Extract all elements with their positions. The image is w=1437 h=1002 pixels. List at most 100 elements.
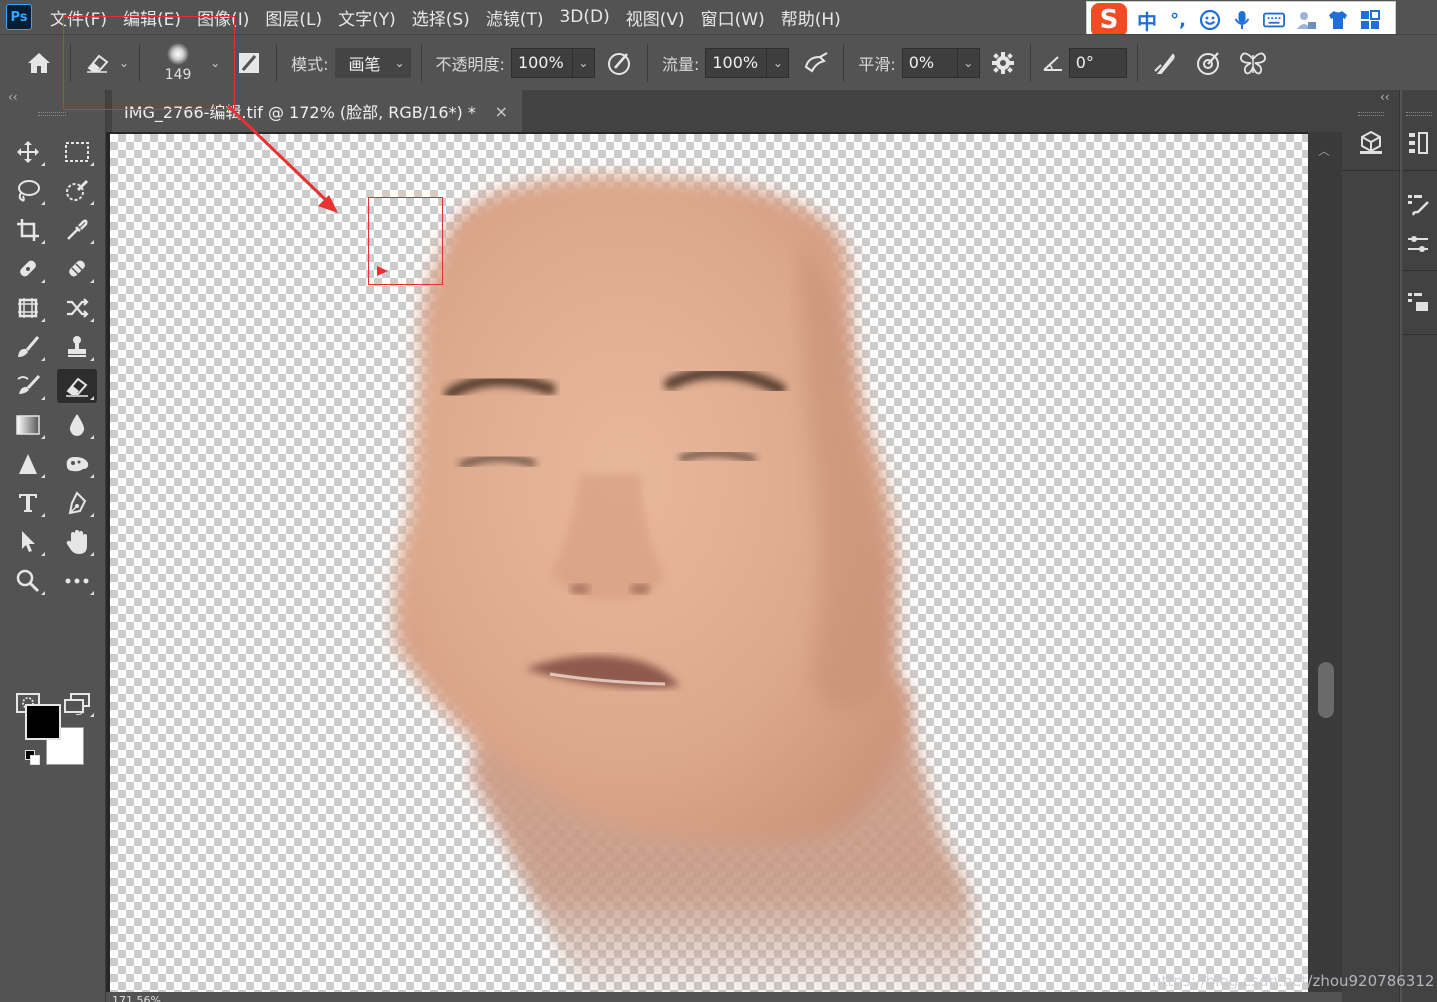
airbrush-icon[interactable] <box>799 46 833 80</box>
chevron-down-icon[interactable]: ⌄ <box>572 47 595 78</box>
screen-mode-icon[interactable] <box>57 686 97 720</box>
zoom-tool-icon[interactable] <box>8 564 48 598</box>
ime-punctuation-toggle[interactable]: °, <box>1167 9 1189 31</box>
document-tabs: IMG_2766-编辑.tif @ 172% (脸部, RGB/16*) * × <box>106 90 1342 132</box>
status-bar: 171.56% <box>106 992 1342 1002</box>
user-icon[interactable] <box>1295 9 1317 31</box>
clone-stamp-tool-icon[interactable] <box>57 330 97 364</box>
menu-type[interactable]: 文字(Y) <box>338 5 396 30</box>
gradient-tool-icon[interactable] <box>8 408 48 442</box>
separator <box>420 43 422 82</box>
separator <box>1402 170 1437 171</box>
healing-brush-tool-icon[interactable] <box>57 252 97 286</box>
skin-shirt-icon[interactable] <box>1327 9 1349 31</box>
sharpen-tool-icon[interactable] <box>8 447 48 481</box>
sponge-tool-icon[interactable] <box>57 447 97 481</box>
symmetry-butterfly-icon[interactable] <box>1236 46 1270 80</box>
pressure-size-icon[interactable] <box>1148 46 1182 80</box>
properties-panel-icon[interactable] <box>1398 122 1437 162</box>
canvas-area[interactable] <box>106 132 1342 1002</box>
annotation-box-brush <box>63 16 235 110</box>
menu-layer[interactable]: 图层(L) <box>265 5 322 30</box>
mode-select-value: 画笔 <box>348 54 381 74</box>
separator <box>1402 270 1437 271</box>
menu-select[interactable]: 选择(S) <box>412 5 470 30</box>
pressure-opacity-icon[interactable] <box>603 46 637 80</box>
toolbox-grid-icon[interactable] <box>1359 9 1381 31</box>
ime-language-toggle[interactable]: 中 <box>1137 6 1157 35</box>
brush-tool-icon[interactable] <box>8 330 48 364</box>
panel-grip[interactable] <box>1358 112 1384 116</box>
separator <box>1402 334 1437 335</box>
crop-tool-icon[interactable] <box>8 213 48 247</box>
menu-filter[interactable]: 滤镜(T) <box>486 5 544 30</box>
panel-grip[interactable] <box>38 112 66 116</box>
chevron-down-icon[interactable]: ⌄ <box>767 47 790 78</box>
zoom-level[interactable]: 171.56% <box>112 994 161 1002</box>
flow-input[interactable]: 100% <box>705 47 768 78</box>
keyboard-icon[interactable] <box>1263 9 1285 31</box>
angle-input[interactable]: 0° <box>1068 47 1127 78</box>
mode-select[interactable]: 画笔 ⌄ <box>334 47 411 78</box>
brush-settings-panel-icon[interactable] <box>232 46 266 80</box>
tools-panel: ‹‹ <box>0 90 106 1002</box>
separator <box>1342 170 1400 171</box>
flow-label: 流量: <box>661 54 700 74</box>
collapse-panel-icon[interactable]: ‹‹ <box>1380 90 1390 104</box>
smoothing-input[interactable]: 0% <box>901 47 958 78</box>
3d-panel-icon[interactable] <box>1351 122 1391 162</box>
quick-selection-tool-icon[interactable] <box>57 174 97 208</box>
menu-window[interactable]: 窗口(W) <box>701 5 765 30</box>
panel-grip[interactable] <box>1406 112 1432 116</box>
mode-label: 模式: <box>291 54 329 74</box>
separator <box>646 43 648 82</box>
scrollbar-thumb[interactable] <box>1318 662 1334 718</box>
move-tool-icon[interactable] <box>8 135 48 169</box>
emoji-icon[interactable] <box>1199 9 1221 31</box>
content-aware-move-tool-icon[interactable] <box>8 291 48 325</box>
pen-tool-icon[interactable] <box>57 486 97 520</box>
sogou-logo-icon[interactable]: S <box>1091 3 1127 37</box>
brush-settings-panel-icon[interactable] <box>1398 184 1437 224</box>
eyedropper-tool-icon[interactable] <box>57 213 97 247</box>
chevron-down-icon[interactable]: ⌄ <box>957 47 980 78</box>
type-tool-icon[interactable] <box>8 486 48 520</box>
vertical-scrollbar[interactable]: ︿ <box>1308 132 1342 1002</box>
scroll-up-icon[interactable]: ︿ <box>1318 142 1330 159</box>
foreground-color-swatch[interactable] <box>25 704 61 740</box>
photoshop-logo-icon[interactable]: Ps <box>6 4 32 30</box>
menu-view[interactable]: 视图(V) <box>626 5 685 30</box>
opacity-label: 不透明度: <box>435 54 505 74</box>
smoothing-label: 平滑: <box>858 54 896 74</box>
hand-tool-icon[interactable] <box>57 525 97 559</box>
menu-help[interactable]: 帮助(H) <box>781 5 841 30</box>
home-icon[interactable] <box>22 46 56 80</box>
right-panel-dock: ‹‹ <box>1342 90 1437 1002</box>
rectangular-marquee-tool-icon[interactable] <box>57 135 97 169</box>
menu-3d[interactable]: 3D(D) <box>559 7 609 27</box>
collapse-panel-icon[interactable]: ‹‹ <box>8 90 18 104</box>
watermark: https://blog.csdn.net/zhou920786312 <box>1152 972 1435 990</box>
edit-toolbar-icon[interactable] <box>57 564 97 598</box>
spot-healing-brush-tool-icon[interactable] <box>8 252 48 286</box>
close-icon[interactable]: × <box>495 102 508 121</box>
separator <box>1029 43 1031 82</box>
document-canvas[interactable] <box>110 134 1313 992</box>
photoshop-window: Ps 文件(F) 编辑(E) 图像(I) 图层(L) 文字(Y) 选择(S) 滤… <box>0 0 1437 1002</box>
adjustments-panel-icon[interactable] <box>1398 224 1437 264</box>
blur-tool-icon[interactable] <box>57 408 97 442</box>
shuffle-tool-icon[interactable] <box>57 291 97 325</box>
chevron-down-icon: ⌄ <box>394 55 405 70</box>
gear-icon[interactable] <box>986 46 1020 80</box>
history-brush-tool-icon[interactable] <box>8 369 48 403</box>
layers-panel-icon[interactable] <box>1398 282 1437 322</box>
path-selection-tool-icon[interactable] <box>8 525 48 559</box>
opacity-input[interactable]: 100% <box>510 47 573 78</box>
default-colors-icon[interactable] <box>25 750 41 766</box>
lasso-tool-icon[interactable] <box>8 174 48 208</box>
separator <box>276 43 278 82</box>
pressure-size-target-icon[interactable] <box>1192 46 1226 80</box>
microphone-icon[interactable] <box>1231 9 1253 31</box>
eraser-tool-icon[interactable] <box>57 369 97 403</box>
angle-icon <box>1041 46 1065 80</box>
